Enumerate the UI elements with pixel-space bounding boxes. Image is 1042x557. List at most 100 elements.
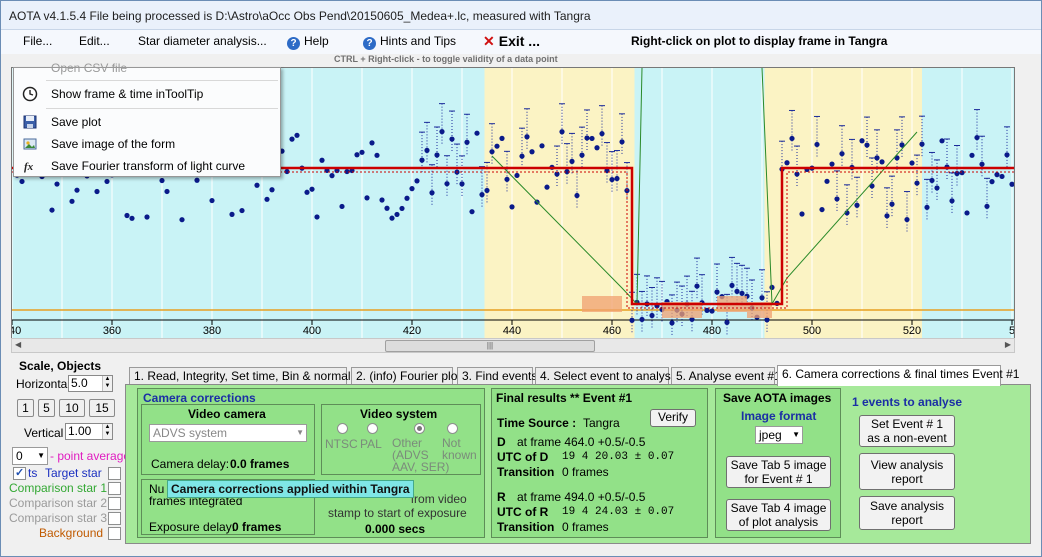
- data-point: [594, 145, 600, 151]
- menu-file[interactable]: File...: [23, 34, 52, 48]
- x-tick-label: 380: [203, 325, 221, 337]
- data-point: [694, 283, 700, 289]
- data-point: [49, 207, 55, 213]
- tab-read-integrity[interactable]: 1. Read, Integrity, Set time, Bin & norm…: [129, 367, 366, 385]
- data-point: [424, 147, 430, 153]
- transition-r-label: Transition: [497, 520, 555, 534]
- save-tab5-image-button[interactable]: Save Tab 5 image for Event # 1: [726, 456, 831, 488]
- scale-button-1[interactable]: 1: [17, 399, 34, 417]
- not-known-radio[interactable]: [447, 423, 458, 434]
- data-point: [889, 201, 895, 207]
- ntsc-radio[interactable]: [337, 423, 348, 434]
- menu-help[interactable]: ? Help: [287, 34, 329, 50]
- tab-camera-corrections[interactable]: 6. Camera corrections & final times Even…: [777, 365, 1019, 386]
- title-bar: AOTA v4.1.5.4 File being processed is D:…: [1, 1, 1041, 30]
- comparison-star-3-label: Comparison star 3: [9, 511, 108, 525]
- pal-radio[interactable]: [367, 423, 378, 434]
- data-point: [379, 197, 385, 203]
- dropdown-arrow-icon: ▼: [296, 428, 304, 437]
- data-point: [389, 215, 395, 221]
- spinner-arrows-icon[interactable]: ▲ ▼: [102, 424, 112, 439]
- tab-fourier-plot[interactable]: 2. (info) Fourier plot: [351, 367, 461, 385]
- data-point: [919, 141, 925, 147]
- menu-show-frame-label: Show frame & time inToolTip: [51, 87, 204, 101]
- data-point: [514, 172, 520, 179]
- menu-hints[interactable]: ? Hints and Tips: [363, 34, 456, 50]
- horizontal-scale-spinner[interactable]: 5.0 ▲ ▼: [68, 375, 113, 392]
- comparison-star-3-checkbox[interactable]: [108, 512, 121, 525]
- menu-exit[interactable]: ✕ Exit ...: [483, 33, 540, 50]
- menu-save-fourier[interactable]: fx Save Fourier transform of light curve: [14, 156, 280, 176]
- data-point: [839, 151, 845, 157]
- scale-button-5[interactable]: 5: [38, 399, 55, 417]
- data-point: [499, 135, 505, 141]
- data-point: [524, 134, 530, 140]
- menu-open-csv-label: Open CSV file: [51, 61, 128, 75]
- tab-find-events[interactable]: 3. Find events: [457, 367, 537, 385]
- data-point: [784, 160, 790, 166]
- scale-button-15[interactable]: 15: [89, 399, 115, 417]
- data-point: [639, 316, 645, 323]
- data-point: [529, 149, 535, 155]
- target-star-checkbox[interactable]: [13, 466, 26, 480]
- data-point: [354, 152, 360, 158]
- menu-open-csv[interactable]: Open CSV file: [14, 58, 280, 78]
- target-star-toggle[interactable]: [108, 467, 121, 480]
- view-analysis-report-button[interactable]: View analysis report: [859, 453, 955, 490]
- data-point: [94, 188, 100, 195]
- comparison-star-1-checkbox[interactable]: [108, 482, 121, 495]
- camera-select[interactable]: ADVS system ▼: [149, 424, 307, 442]
- point-average-select[interactable]: 0 ▼: [12, 447, 48, 465]
- image-icon: [23, 138, 37, 150]
- other-radio[interactable]: [414, 423, 425, 434]
- data-point: [829, 161, 835, 167]
- scroll-thumb[interactable]: |||: [385, 340, 595, 352]
- tab-select-event[interactable]: 4. Select event to analyse: [535, 367, 677, 385]
- data-point: [724, 319, 730, 325]
- data-point: [789, 135, 795, 142]
- data-point: [874, 155, 880, 161]
- spinner-arrows-icon[interactable]: ▲ ▼: [102, 376, 112, 391]
- data-point: [504, 176, 510, 182]
- scroll-right-arrow[interactable]: ▶: [1005, 340, 1011, 349]
- data-point: [489, 149, 495, 155]
- vertical-scale-spinner[interactable]: 1.00 ▲ ▼: [65, 423, 113, 440]
- data-point: [469, 209, 475, 215]
- tab-analyse-event[interactable]: 5. Analyse event #1: [671, 367, 781, 385]
- point-average-label: - point average: [50, 449, 131, 463]
- menu-edit[interactable]: Edit...: [79, 34, 110, 48]
- exit-icon: ✕: [483, 33, 495, 49]
- data-point: [709, 308, 715, 314]
- background-checkbox[interactable]: [108, 527, 121, 540]
- data-point: [179, 217, 185, 223]
- data-point: [104, 178, 110, 185]
- transition-r-value: 0 frames: [562, 520, 609, 534]
- scroll-left-arrow[interactable]: ◀: [15, 340, 21, 349]
- camera-corrections-tooltip: Camera corrections applied within Tangra: [167, 480, 414, 498]
- data-point: [289, 136, 295, 142]
- save-analysis-report-button[interactable]: Save analysis report: [859, 496, 955, 530]
- plot-horizontal-scrollbar[interactable]: ◀ ||| ▶: [11, 338, 1015, 353]
- data-point: [1009, 181, 1014, 187]
- data-point: [124, 212, 130, 219]
- save-tab4-image-button[interactable]: Save Tab 4 image of plot analysis: [726, 499, 831, 531]
- data-point: [934, 185, 940, 191]
- image-format-select[interactable]: jpeg ▼: [755, 426, 803, 444]
- comparison-star-2-checkbox[interactable]: [108, 497, 121, 510]
- menu-save-plot[interactable]: Save plot: [14, 112, 280, 132]
- menu-show-frame-tooltip[interactable]: Show frame & time inToolTip: [14, 84, 280, 104]
- data-point: [369, 140, 375, 146]
- vertical-scale-value: 1.00: [68, 424, 92, 438]
- verify-button[interactable]: Verify: [650, 409, 696, 427]
- video-system-group: Video system NTSC PAL Other (ADVS AAV, S…: [321, 404, 481, 475]
- data-point: [394, 211, 400, 218]
- data-point: [559, 129, 565, 135]
- data-point: [984, 203, 990, 209]
- data-point: [949, 198, 955, 204]
- menu-save-form-image[interactable]: Save image of the form: [14, 134, 280, 154]
- menu-star-diameter[interactable]: Star diameter analysis...: [138, 34, 267, 48]
- ctrl-click-hint: CTRL + Right-click - to toggle validity …: [334, 54, 558, 64]
- fx-icon: fx: [24, 161, 34, 173]
- scale-button-10[interactable]: 10: [59, 399, 85, 417]
- set-non-event-button[interactable]: Set Event # 1 as a non-event: [859, 415, 955, 447]
